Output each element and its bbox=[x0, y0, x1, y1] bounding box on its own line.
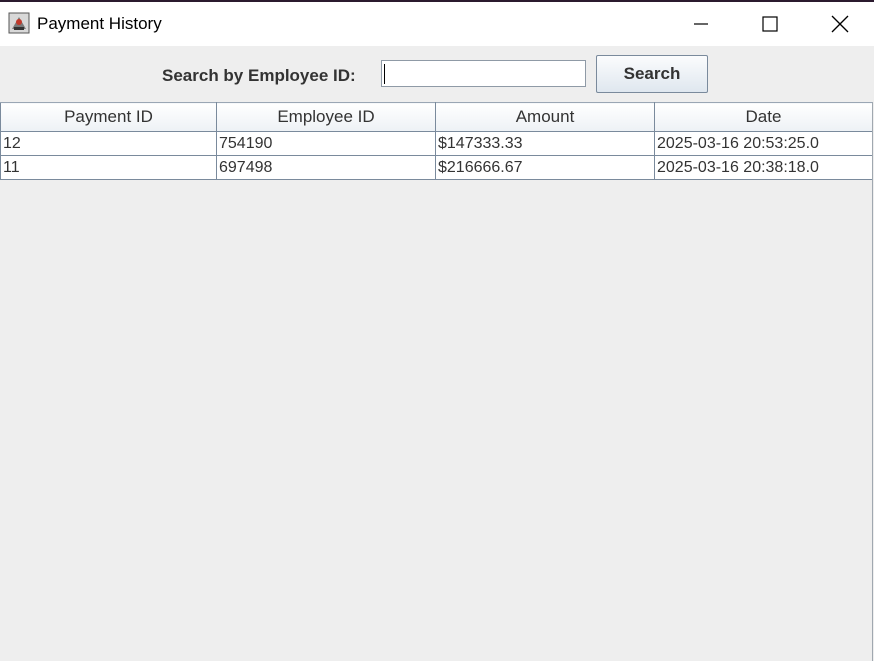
cell-date[interactable]: 2025-03-16 20:38:18.0 bbox=[654, 155, 873, 180]
payment-history-table: Payment ID Employee ID Amount Date 12 75… bbox=[0, 102, 873, 180]
maximize-button[interactable] bbox=[741, 2, 799, 46]
employee-id-search-input[interactable] bbox=[381, 60, 586, 87]
table-row[interactable]: 12 754190 $147333.33 2025-03-16 20:53:25… bbox=[0, 131, 873, 156]
text-caret bbox=[384, 64, 385, 84]
column-header-date[interactable]: Date bbox=[654, 102, 873, 132]
cell-payment-id[interactable]: 11 bbox=[0, 155, 217, 180]
minimize-icon bbox=[694, 23, 708, 25]
close-icon bbox=[831, 15, 849, 33]
column-header-amount[interactable]: Amount bbox=[435, 102, 655, 132]
title-bar[interactable]: Payment History bbox=[0, 2, 874, 46]
search-label: Search by Employee ID: bbox=[162, 66, 356, 85]
cell-employee-id[interactable]: 697498 bbox=[216, 155, 436, 180]
cell-employee-id[interactable]: 754190 bbox=[216, 131, 436, 156]
minimize-button[interactable] bbox=[672, 2, 730, 46]
column-header-payment-id[interactable]: Payment ID bbox=[0, 102, 217, 132]
column-header-employee-id[interactable]: Employee ID bbox=[216, 102, 436, 132]
window-title: Payment History bbox=[37, 14, 162, 33]
table-header-row: Payment ID Employee ID Amount Date bbox=[0, 102, 873, 132]
close-button[interactable] bbox=[811, 2, 869, 46]
search-button[interactable]: Search bbox=[596, 55, 708, 93]
table-row[interactable]: 11 697498 $216666.67 2025-03-16 20:38:18… bbox=[0, 155, 873, 180]
cell-date[interactable]: 2025-03-16 20:53:25.0 bbox=[654, 131, 873, 156]
cell-amount[interactable]: $216666.67 bbox=[435, 155, 655, 180]
java-app-icon bbox=[8, 12, 30, 34]
table-scroll-edge bbox=[872, 102, 873, 661]
maximize-icon bbox=[762, 16, 778, 32]
cell-amount[interactable]: $147333.33 bbox=[435, 131, 655, 156]
cell-payment-id[interactable]: 12 bbox=[0, 131, 217, 156]
payment-history-window: Payment History Search by Employee ID: S… bbox=[0, 0, 874, 661]
